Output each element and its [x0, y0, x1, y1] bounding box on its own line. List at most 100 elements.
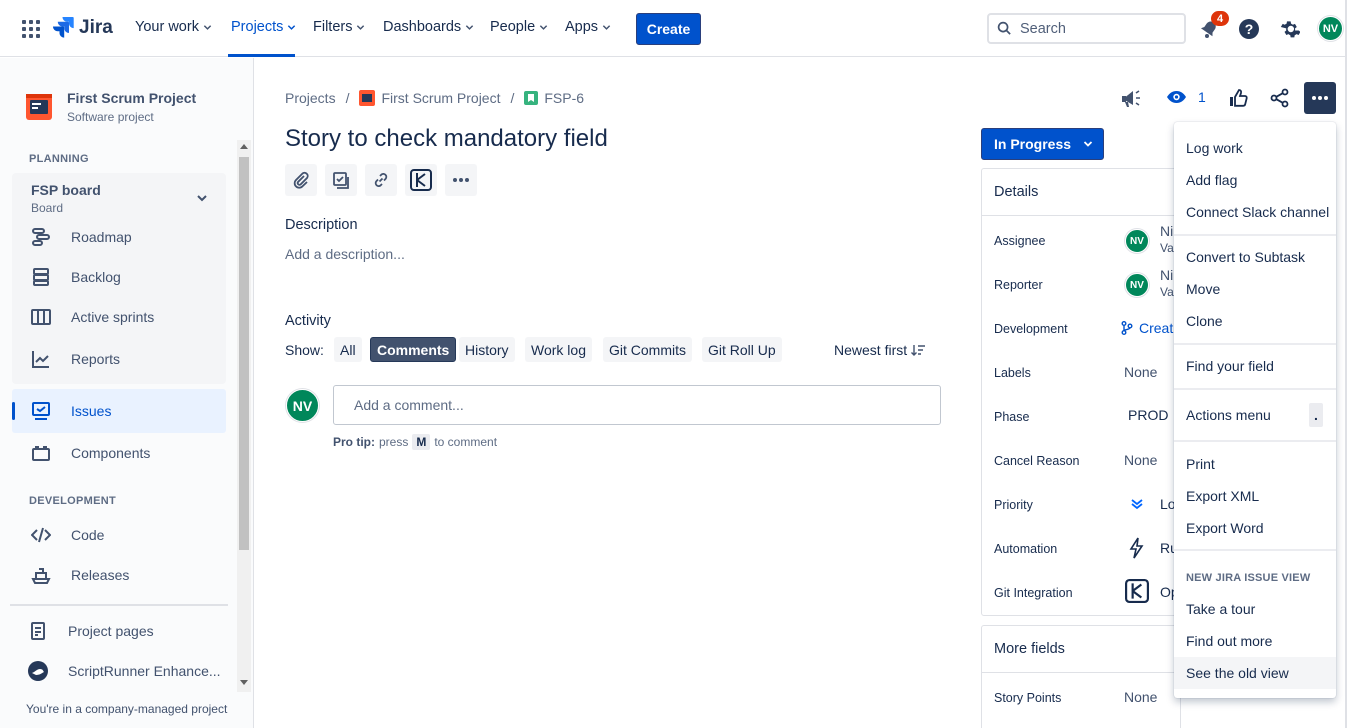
attach-button[interactable] [285, 164, 317, 196]
menu-item-print[interactable]: Print [1186, 456, 1215, 472]
description-heading: Description [285, 217, 358, 233]
help-icon[interactable]: ? [1238, 18, 1260, 40]
menu-item-find-your-field[interactable]: Find your field [1186, 358, 1274, 374]
sidebar-item-releases[interactable]: Releases [29, 563, 129, 587]
scroll-up-arrow-icon[interactable] [240, 144, 248, 149]
sidebar-item-backlog[interactable]: Backlog [29, 265, 121, 289]
chevron-down-icon [602, 24, 611, 30]
activity-heading: Activity [285, 313, 331, 329]
status-button[interactable]: In Progress [981, 128, 1104, 160]
jira-logo[interactable]: Jira [52, 16, 113, 40]
sidebar-item-components[interactable]: Components [29, 441, 150, 465]
labels-value[interactable]: None [1124, 364, 1157, 380]
breadcrumb-project[interactable]: First Scrum Project [381, 90, 500, 106]
menu-item-connect-slack[interactable]: Connect Slack channel [1186, 204, 1329, 220]
sidebar-scrollbar[interactable] [237, 140, 251, 692]
activity-filter-git-roll-up[interactable]: Git Roll Up [702, 337, 782, 362]
comment-input[interactable]: Add a comment... [333, 385, 941, 425]
sort-order-button[interactable]: Newest first [834, 342, 926, 358]
assignee-avatar[interactable]: NV [1125, 229, 1149, 253]
board-selector[interactable]: FSP board Board [31, 182, 101, 215]
add-child-issue-button[interactable] [325, 164, 357, 196]
menu-section-heading: NEW JIRA ISSUE VIEW [1186, 572, 1311, 584]
paperclip-icon [293, 171, 309, 189]
settings-gear-icon[interactable] [1278, 18, 1300, 40]
sidebar-item-issues-content[interactable]: Issues [29, 399, 111, 423]
sidebar-item-reports[interactable]: Reports [29, 347, 120, 371]
branch-icon [1121, 321, 1133, 335]
more-actions-button[interactable] [445, 164, 477, 196]
pro-tip-key: M [412, 434, 431, 450]
reporter-name[interactable]: Ni [1160, 267, 1173, 283]
search-input[interactable]: Search [987, 13, 1186, 44]
menu-item-find-out-more[interactable]: Find out more [1186, 633, 1272, 649]
menu-item-take-a-tour[interactable]: Take a tour [1186, 601, 1255, 617]
menu-item-clone[interactable]: Clone [1186, 313, 1223, 329]
menu-item-export-xml[interactable]: Export XML [1186, 488, 1259, 504]
sidebar-item-code[interactable]: Code [29, 523, 104, 547]
more-fields-heading[interactable]: More fields [994, 641, 1065, 657]
menu-divider [1174, 440, 1336, 442]
nav-active-indicator [228, 54, 295, 57]
details-heading[interactable]: Details [994, 184, 1038, 200]
assignee-name[interactable]: Ni [1160, 223, 1173, 239]
nav-dashboards[interactable]: Dashboards [383, 19, 474, 35]
git-integration-icon [1125, 579, 1149, 603]
story-points-value[interactable]: None [1124, 689, 1157, 705]
menu-item-add-flag[interactable]: Add flag [1186, 172, 1237, 188]
app-switcher-icon[interactable] [22, 20, 40, 38]
nav-projects[interactable]: Projects [231, 19, 296, 35]
chevron-down-icon [203, 24, 212, 30]
cancel-reason-value[interactable]: None [1124, 452, 1157, 468]
scriptrunner-icon [26, 659, 50, 683]
page-icon [26, 619, 50, 643]
feedback-megaphone-icon[interactable] [1120, 87, 1142, 109]
nav-apps[interactable]: Apps [565, 19, 611, 35]
sidebar-item-scriptrunner[interactable]: ScriptRunner Enhance... [26, 659, 221, 683]
menu-item-actions-menu[interactable]: Actions menu [1186, 407, 1271, 423]
create-button[interactable]: Create [636, 13, 701, 45]
pro-tip-label: Pro tip: [333, 435, 375, 449]
sidebar-item-roadmap[interactable]: Roadmap [29, 225, 132, 249]
activity-filter-work-log[interactable]: Work log [525, 337, 592, 362]
menu-item-export-word[interactable]: Export Word [1186, 520, 1264, 536]
menu-item-log-work[interactable]: Log work [1186, 140, 1243, 156]
like-thumbs-up-icon[interactable] [1229, 88, 1249, 108]
reporter-avatar[interactable]: NV [1125, 273, 1149, 297]
scrollbar-thumb[interactable] [239, 157, 249, 550]
sidebar-item-active-sprints[interactable]: Active sprints [29, 305, 154, 329]
development-create-link[interactable]: Creat [1139, 320, 1173, 336]
project-logo-icon [26, 94, 52, 120]
activity-filter-all[interactable]: All [334, 337, 362, 362]
user-avatar[interactable]: NV [1318, 16, 1343, 41]
sidebar-item-project-pages[interactable]: Project pages [26, 619, 154, 643]
sidebar-item-label: Code [71, 527, 105, 543]
sidebar-item-label: Issues [71, 403, 112, 419]
scroll-down-arrow-icon[interactable] [240, 680, 248, 685]
menu-item-see-old-view[interactable]: See the old view [1186, 665, 1289, 681]
nav-your-work[interactable]: Your work [135, 19, 212, 35]
git-integration-button[interactable] [405, 164, 437, 196]
issue-title[interactable]: Story to check mandatory field [285, 125, 608, 153]
chevron-down-icon[interactable] [196, 192, 208, 204]
breadcrumb-issue-key[interactable]: FSP-6 [544, 90, 584, 106]
field-label-git-integration: Git Integration [994, 586, 1073, 600]
breadcrumb-separator: / [345, 90, 350, 106]
description-field[interactable]: Add a description... [285, 246, 405, 262]
watch-button[interactable]: 1 [1166, 89, 1206, 105]
menu-item-convert-to-subtask[interactable]: Convert to Subtask [1186, 249, 1305, 265]
link-issue-button[interactable] [365, 164, 397, 196]
activity-filter-history[interactable]: History [459, 337, 515, 362]
nav-people[interactable]: People [490, 19, 548, 35]
backlog-icon [29, 265, 53, 289]
share-icon[interactable] [1270, 88, 1290, 108]
phase-value[interactable]: PROD [1128, 407, 1168, 423]
project-name[interactable]: First Scrum Project [67, 90, 196, 106]
issue-actions-button[interactable] [1304, 82, 1336, 114]
activity-filter-comments[interactable]: Comments [370, 337, 457, 362]
breadcrumb-projects[interactable]: Projects [285, 90, 336, 106]
activity-filter-git-commits[interactable]: Git Commits [603, 337, 692, 362]
sidebar-item-label: Backlog [71, 269, 121, 285]
nav-filters[interactable]: Filters [313, 19, 365, 35]
menu-item-move[interactable]: Move [1186, 281, 1220, 297]
